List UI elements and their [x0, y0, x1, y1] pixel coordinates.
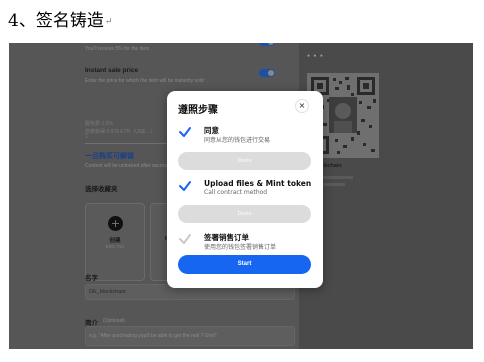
- step-approve-done-button[interactable]: Done: [178, 152, 311, 170]
- royalty-hint: You'll receive 5% for the item: [85, 46, 150, 52]
- instant-price-toggle[interactable]: [259, 69, 275, 77]
- desc-placeholder: e.g. "After purchasing you'll be able to…: [89, 333, 218, 339]
- check-icon: [179, 234, 191, 244]
- start-button[interactable]: Start: [178, 255, 311, 274]
- step-upload-mint: Upload files & Mint token Call contract …: [178, 179, 318, 199]
- document-heading: 4、签名铸造↵: [8, 8, 112, 34]
- name-value: DE_blockchain: [89, 289, 126, 295]
- step-subtitle: 同意从您的钱包进行交易: [204, 137, 271, 144]
- instant-price-label: Instant sale price: [85, 67, 139, 74]
- name-label: 名字: [85, 275, 98, 282]
- step-subtitle: Call contract method: [204, 189, 268, 196]
- step-approve: 同意 同意从您的钱包进行交易: [178, 125, 318, 145]
- step-title: Upload files & Mint token: [204, 179, 312, 188]
- check-icon: [179, 127, 191, 137]
- carousel-dots: ● ● ●: [307, 53, 324, 59]
- check-icon: [179, 181, 191, 191]
- step-sign-order: 签署销售订单 使用您的钱包签署销售订单: [178, 232, 318, 252]
- collection-card-create[interactable]: + 创建 ERC-721: [85, 203, 145, 281]
- receive-line: 您将获得 0.975 ETH（US$ ...）: [85, 129, 156, 135]
- follow-steps-dialog: 遵照步骤 × 同意 同意从您的钱包进行交易 Done Upload files …: [167, 91, 323, 288]
- plus-icon: +: [108, 216, 123, 231]
- card-create-sub: ERC-721: [105, 244, 125, 249]
- screenshot-frame: You'll receive 5% for the item Instant s…: [9, 43, 473, 349]
- dialog-title: 遵照步骤: [178, 105, 218, 116]
- instant-price-hint: Enter the price for which the item will …: [85, 78, 204, 84]
- close-icon[interactable]: ×: [295, 99, 309, 113]
- desc-optional: (Optional): [103, 318, 125, 324]
- collection-label: 选择收藏夹: [85, 186, 118, 193]
- paragraph-mark: ↵: [104, 16, 113, 27]
- unlock-link[interactable]: 一旦购买可解锁: [85, 151, 134, 161]
- card-create-title: 创建: [109, 238, 121, 244]
- fee-line: 服务费 2.5%: [85, 121, 113, 127]
- royalty-toggle[interactable]: [259, 43, 275, 46]
- step-mint-done-button[interactable]: Done: [178, 205, 311, 223]
- heading-text: 4、签名铸造: [8, 11, 104, 31]
- step-subtitle: 使用您的钱包签署销售订单: [204, 244, 277, 251]
- description-input[interactable]: e.g. "After purchasing you'll be able to…: [85, 326, 295, 346]
